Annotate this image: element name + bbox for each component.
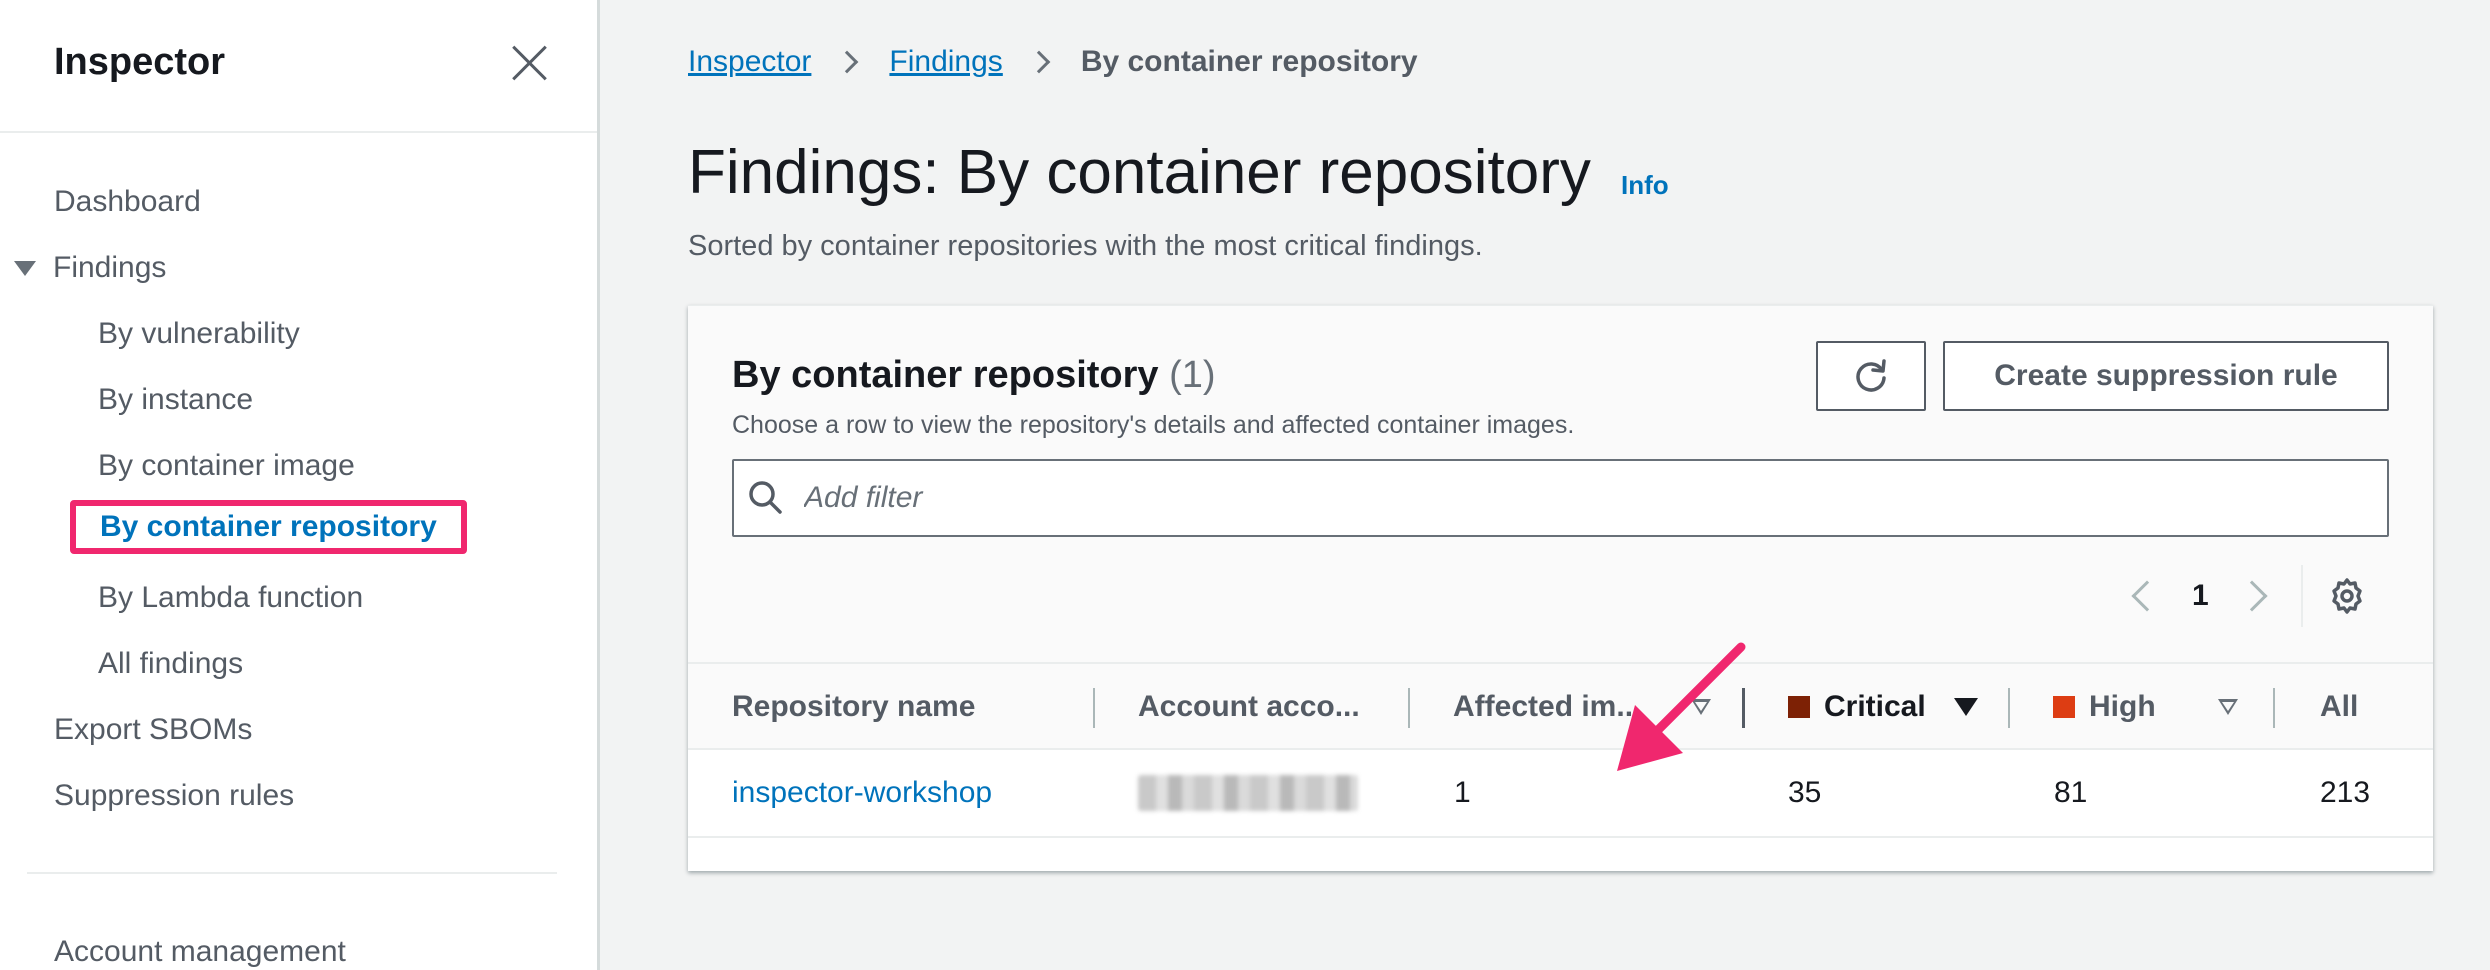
affected-images-count: 1 bbox=[1454, 776, 1471, 809]
table-count: (1) bbox=[1169, 354, 1216, 396]
column-header-account[interactable]: Account acco... bbox=[1138, 664, 1360, 750]
table-title-text: By container repository bbox=[732, 354, 1159, 396]
sidebar-item-label: Findings bbox=[53, 251, 167, 284]
column-resizer[interactable] bbox=[1742, 688, 1745, 728]
sidebar-item-export-sboms[interactable]: Export SBOMs bbox=[54, 713, 252, 747]
caret-down-icon[interactable] bbox=[14, 260, 36, 276]
gear-icon[interactable] bbox=[2327, 576, 2367, 616]
high-count: 81 bbox=[2054, 776, 2088, 809]
table-row[interactable]: inspector-workshop 1 35 81 213 bbox=[688, 750, 2433, 838]
column-header-all[interactable]: All bbox=[2320, 664, 2358, 750]
info-link[interactable]: Info bbox=[1621, 170, 1669, 201]
chevron-left-icon[interactable] bbox=[2131, 580, 2163, 612]
sidebar-item-dashboard[interactable]: Dashboard bbox=[54, 185, 201, 219]
sidebar-header: Inspector bbox=[0, 0, 597, 133]
search-icon bbox=[749, 481, 782, 514]
page-subtitle: Sorted by container repositories with th… bbox=[688, 230, 1483, 262]
sidebar-item-by-lambda-function[interactable]: By Lambda function bbox=[98, 581, 363, 615]
side-navigation: Inspector Dashboard Findings By vulnerab… bbox=[0, 0, 600, 970]
column-resizer[interactable] bbox=[1408, 688, 1410, 728]
breadcrumb-inspector[interactable]: Inspector bbox=[688, 45, 811, 79]
sort-icon[interactable] bbox=[1954, 664, 1978, 750]
chevron-right-icon bbox=[1027, 50, 1051, 74]
main-content: Inspector Findings By container reposito… bbox=[688, 0, 2448, 970]
filter-input[interactable] bbox=[804, 481, 2304, 515]
breadcrumb: Inspector Findings By container reposito… bbox=[688, 45, 1418, 79]
page-number[interactable]: 1 bbox=[2192, 579, 2209, 613]
sidebar-item-by-instance[interactable]: By instance bbox=[98, 383, 253, 417]
sort-icon[interactable] bbox=[1691, 664, 1711, 750]
critical-severity-icon bbox=[1788, 696, 1810, 718]
close-icon[interactable] bbox=[509, 43, 549, 83]
column-header-label: Critical bbox=[1824, 690, 1926, 723]
column-resizer[interactable] bbox=[2008, 688, 2010, 728]
column-header-high[interactable]: High bbox=[2053, 664, 2156, 750]
critical-count: 35 bbox=[1788, 776, 1822, 809]
breadcrumb-findings[interactable]: Findings bbox=[889, 45, 1002, 79]
sort-icon[interactable] bbox=[2218, 664, 2238, 750]
sidebar-item-by-container-repository[interactable]: By container repository bbox=[70, 500, 467, 554]
chevron-right-icon[interactable] bbox=[2236, 580, 2268, 612]
table-header-area: By container repository (1) Choose a row… bbox=[688, 306, 2433, 662]
sidebar-item-account-management[interactable]: Account management bbox=[54, 935, 346, 969]
account-id-redacted bbox=[1138, 750, 1358, 836]
page-title: Findings: By container repository bbox=[688, 138, 1591, 207]
refresh-icon bbox=[1856, 359, 1886, 392]
filter-bar[interactable] bbox=[732, 459, 2389, 537]
column-resizer[interactable] bbox=[1093, 688, 1095, 728]
sidebar-item-by-container-image[interactable]: By container image bbox=[98, 449, 355, 483]
sidebar-item-by-vulnerability[interactable]: By vulnerability bbox=[98, 317, 300, 351]
create-suppression-rule-button[interactable]: Create suppression rule bbox=[1943, 341, 2389, 411]
table-description: Choose a row to view the repository's de… bbox=[732, 411, 1575, 439]
column-header-repository-name[interactable]: Repository name bbox=[732, 664, 975, 750]
sidebar-divider bbox=[27, 872, 557, 874]
sidebar-item-all-findings[interactable]: All findings bbox=[98, 647, 243, 681]
column-header-label: Affected im... bbox=[1453, 690, 1642, 723]
pagination: 1 bbox=[2131, 561, 2367, 631]
chevron-right-icon bbox=[836, 50, 859, 74]
all-count: 213 bbox=[2320, 776, 2371, 809]
column-header-label: High bbox=[2089, 690, 2156, 723]
repository-name-link[interactable]: inspector-workshop bbox=[732, 750, 992, 836]
sidebar-item-findings[interactable]: Findings bbox=[14, 251, 167, 285]
sidebar-title[interactable]: Inspector bbox=[54, 41, 225, 84]
table-title: By container repository (1) bbox=[732, 354, 1216, 397]
pager-divider bbox=[2300, 565, 2303, 627]
high-severity-icon bbox=[2053, 696, 2075, 718]
sidebar-item-suppression-rules[interactable]: Suppression rules bbox=[54, 779, 294, 813]
column-resizer[interactable] bbox=[2273, 688, 2275, 728]
column-header-affected-images[interactable]: Affected im... bbox=[1453, 664, 1641, 750]
repository-table-card: By container repository (1) Choose a row… bbox=[688, 305, 2433, 871]
table-column-headers: Repository name Account acco... Affected… bbox=[688, 662, 2433, 750]
refresh-button[interactable] bbox=[1816, 341, 1926, 411]
breadcrumb-current: By container repository bbox=[1080, 45, 1418, 78]
column-header-critical[interactable]: Critical bbox=[1788, 664, 1926, 750]
